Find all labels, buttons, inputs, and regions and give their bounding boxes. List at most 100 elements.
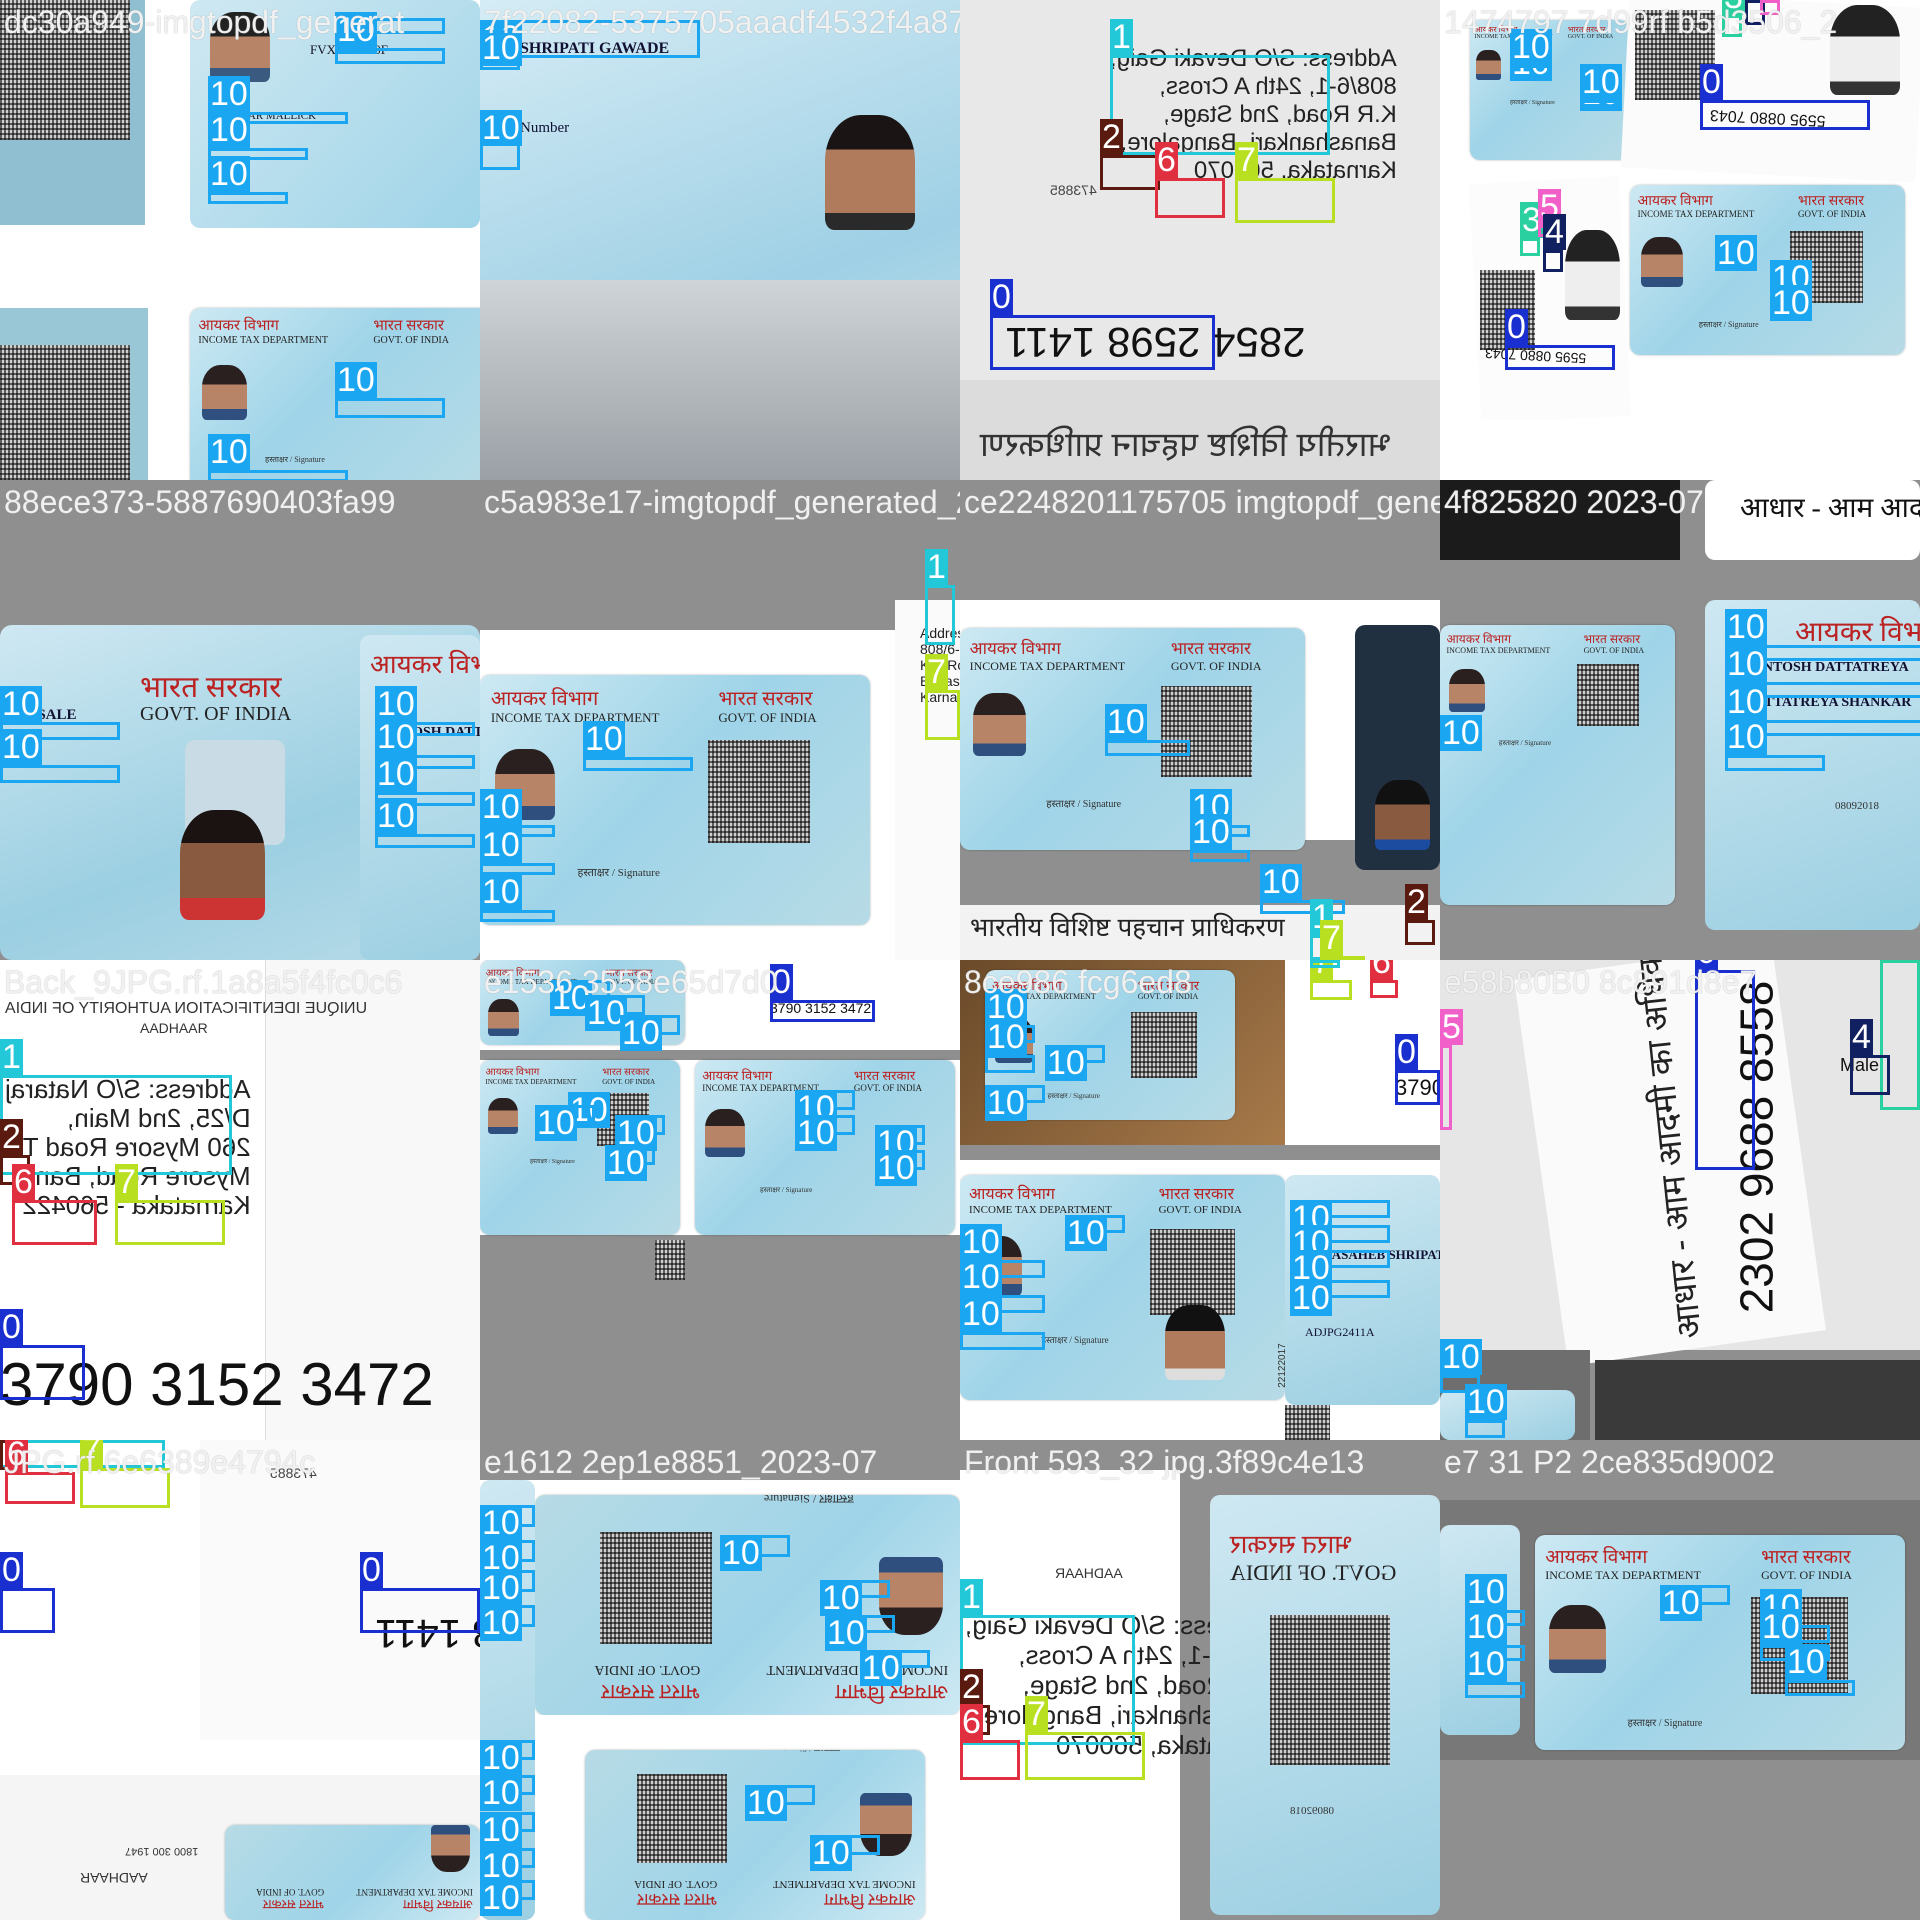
qr-code	[1130, 1011, 1197, 1078]
signature-label: हस्ताक्षर / Signature	[1498, 739, 1552, 748]
qr-code	[1161, 685, 1253, 777]
image-tile: SHRIPATI GAWADE Number 7f22082-5375705aaad…	[480, 0, 960, 480]
bbox-class-7	[925, 690, 960, 740]
pan-title-english: INCOME TAX DEPARTMENT	[1637, 209, 1755, 220]
bbox-class-10	[375, 834, 475, 848]
govt-hindi: भारत सरकार	[1583, 632, 1641, 647]
pan-number: ADJPG2411A	[1305, 1325, 1375, 1339]
bbox-label: 10	[620, 1014, 662, 1052]
bbox-label: 10	[605, 1144, 647, 1182]
date: 08092018	[1835, 800, 1879, 812]
bbox-label: 2	[960, 1668, 983, 1706]
signature-label: हस्ताक्षर / Signature	[1047, 1091, 1100, 1100]
signature-label: हस्ताक्षर / Signature	[1627, 1717, 1703, 1729]
pan-card	[1440, 1390, 1575, 1440]
signature-label: हस्ताक्षर / Signature	[1046, 798, 1122, 810]
image-tile: AADHAARAddress: S/O Devaki Gaig, 808/6-1…	[960, 1440, 1440, 1920]
pan-title-english: INCOME TAX DEPARTMENT	[198, 334, 329, 346]
qr-code	[1270, 1615, 1390, 1765]
signature-label: हस्ताक्षर / Signature	[265, 454, 325, 464]
bbox-class-6	[12, 1200, 97, 1245]
bbox-label: 10	[375, 718, 417, 756]
pan-card: आयकर विभागINCOME TAX DEPARTMENTभारत सरका…	[1630, 185, 1905, 355]
uidai-text: भारतीय विशिष्ट पहचान प्राधिकरण	[980, 426, 1392, 464]
govt-hindi: भारत सरकार	[601, 1679, 701, 1704]
bbox-label: 10	[480, 1811, 522, 1849]
bbox-label: 7	[1025, 1695, 1048, 1733]
image-tile: आयकर विभागINCOME TAX DEPARTMENTभारत सरका…	[480, 960, 960, 1440]
pan-card: आयकर विभागINCOME TAX DEPARTMENTभारत सरका…	[1535, 1535, 1905, 1750]
signature-label: हस्ताक्षर / Signature	[577, 866, 660, 879]
tile-caption: 7f22082-5375705aaadf4532f4a87959_2ad_jpg…	[484, 4, 960, 40]
bbox-class-10	[208, 192, 288, 204]
bbox-label: 10	[820, 1579, 862, 1617]
bbox-label: 10	[480, 1879, 522, 1917]
bbox-label: 10	[480, 1604, 522, 1642]
photo	[180, 810, 265, 920]
govt-hindi: भारत सरकार	[140, 671, 282, 704]
bbox-class-7	[1235, 178, 1335, 223]
bbox-label: 10	[1660, 1584, 1702, 1622]
qr-code	[1149, 1229, 1236, 1315]
bbox-label: 10	[1465, 1608, 1507, 1646]
bbox-label: 10	[208, 155, 250, 193]
bbox-label: 7	[1320, 919, 1343, 957]
bbox-label: 0	[1505, 308, 1528, 346]
pan-title-hindi: आयकर विभाग	[1545, 1547, 1648, 1569]
tile-caption: 8ce986 fcg6ed8	[964, 964, 1192, 1000]
pan-title-english: INCOME TAX DEPARTMENT	[490, 709, 660, 725]
date: 08092018	[1290, 1805, 1334, 1817]
pan-title-english: INCOME TAX DEPARTMENT	[485, 1077, 577, 1086]
bbox-class-7	[1310, 980, 1352, 1000]
govt-hindi: भारत सरकार	[1798, 194, 1865, 210]
bbox-class-10	[1785, 1680, 1855, 1696]
bbox-class-1	[925, 585, 955, 645]
bbox-label: 10	[583, 720, 625, 758]
image-tile: Address: S/O Nataraj D/25, 2nd Main, 260…	[0, 960, 480, 1440]
qr-code	[1285, 1405, 1330, 1440]
bbox-label: 6	[12, 1163, 35, 1201]
bbox-label: 10	[1580, 63, 1622, 101]
bbox-class-0	[0, 1588, 55, 1633]
bbox-label: 2	[0, 1118, 23, 1156]
photo	[1549, 1604, 1606, 1673]
bbox-label: 10	[480, 1774, 522, 1812]
tile-caption: ce2248201175705 imgtopdf_generated	[964, 484, 1440, 520]
photo	[431, 1825, 471, 1872]
pan-title-english: INCOME TAX DEPARTMENT	[1545, 1567, 1701, 1582]
bbox-class-10	[335, 398, 445, 418]
image-tile: 2854 2598 1411473885AADHAARwww.uidai.gov…	[0, 1440, 480, 1920]
govt-hindi: भारत सरकार	[718, 687, 813, 710]
bbox-label: 10	[208, 111, 250, 149]
bbox-label: 10	[1190, 813, 1232, 851]
bbox-label: 10	[1725, 645, 1767, 683]
govt-english: GOVT. OF INDIA	[256, 1887, 325, 1898]
pan-title-english: INCOME TAX DEPARTMENT	[356, 1887, 473, 1898]
bbox-class-6	[960, 1740, 1020, 1780]
bbox-label: 10	[860, 1649, 902, 1687]
bbox-label: 0	[1700, 63, 1723, 101]
bbox-class-7	[1025, 1732, 1145, 1780]
label-number: Number	[520, 120, 570, 136]
image-tile: Address: S/O Devaki Gaig, 808/6-1, 24th …	[960, 0, 1440, 480]
tile-caption: 4f825820 2023-07	[1444, 484, 1704, 520]
pan-title-hindi: आयकर विभाग	[824, 1890, 916, 1910]
tile-caption: e1612 2ep1e8851_2023-07	[484, 1444, 878, 1480]
pan-title-hindi: आयकर विभाग	[403, 1897, 473, 1913]
bbox-class-1	[1310, 960, 1340, 968]
bbox-label: 10	[1725, 608, 1767, 646]
pan-title-hindi: आयकर विभाग	[485, 1067, 540, 1079]
bbox-class-0	[360, 1588, 480, 1633]
pan-card: आयकर विभागINCOME TAX DEPARTMENTभारत सरका…	[960, 1175, 1285, 1400]
photo	[1830, 5, 1900, 95]
photo	[201, 364, 248, 420]
bbox-label: 10	[1260, 863, 1302, 901]
aadhaar-tag: AADHAAR	[140, 1020, 208, 1036]
bbox-label: 10	[875, 1149, 917, 1187]
bbox-label: 6	[1370, 960, 1393, 980]
bbox-class-5	[1440, 1045, 1452, 1130]
bbox-class-2	[1405, 920, 1435, 945]
photo	[1375, 780, 1430, 850]
code: 473885	[1050, 182, 1097, 198]
photo	[1449, 669, 1486, 713]
